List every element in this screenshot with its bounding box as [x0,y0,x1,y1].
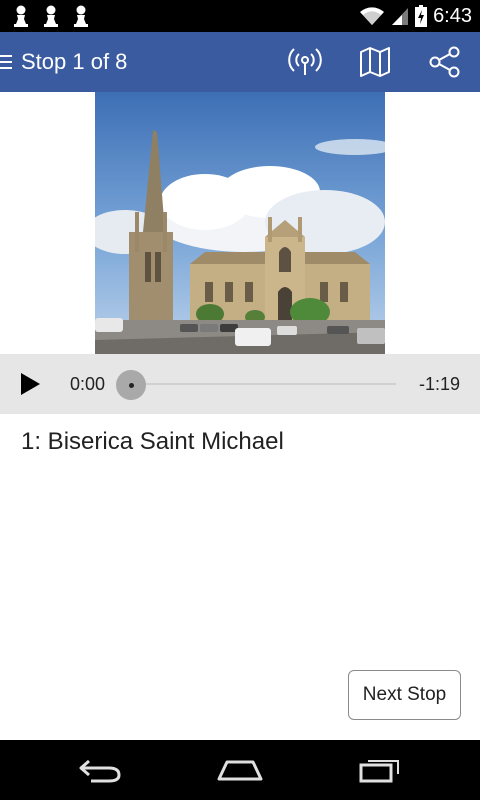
back-button[interactable] [70,752,130,788]
share-icon [429,46,460,78]
battery-charging-icon [415,5,428,27]
play-button[interactable] [16,370,44,398]
recents-button[interactable] [350,752,410,788]
navigation-bar [0,740,480,800]
home-button[interactable] [210,752,270,788]
app-title[interactable]: Stop 1 of 8 [21,49,127,75]
status-indicators: 6:43 [359,4,472,28]
menu-icon[interactable] [0,52,14,72]
seek-thumb[interactable] [116,370,146,400]
status-time: 6:43 [433,4,472,27]
map-button[interactable] [357,44,393,80]
share-button[interactable] [427,44,463,80]
app-bar: Stop 1 of 8 [0,32,480,92]
elapsed-time: 0:00 [70,374,106,394]
notification-icons [12,4,90,28]
pawn-icon [14,5,28,27]
seek-bar[interactable] [140,383,396,385]
signal-icon [392,8,409,25]
play-icon [21,373,40,395]
home-icon [217,760,263,781]
wifi-icon [360,7,385,25]
broadcast-icon [288,48,322,75]
seek-thumb-dot [129,383,134,388]
status-bar: 6:43 [0,0,480,32]
next-stop-button[interactable]: Next Stop [348,670,461,720]
map-icon [360,47,390,77]
screen: 6:43 Stop 1 of 8 0:00 -1:19 1: Biserica … [0,0,480,800]
recents-icon [359,760,399,783]
remaining-time: -1:19 [418,374,460,394]
cathedral-photo [95,92,385,354]
stop-title: 1: Biserica Saint Michael [21,428,284,455]
stop-image [95,92,385,354]
pawn-icon [74,5,88,27]
pawn-icon [44,5,58,27]
audio-player: 0:00 -1:19 [0,354,480,414]
back-icon [79,759,121,783]
broadcast-button[interactable] [287,44,323,80]
